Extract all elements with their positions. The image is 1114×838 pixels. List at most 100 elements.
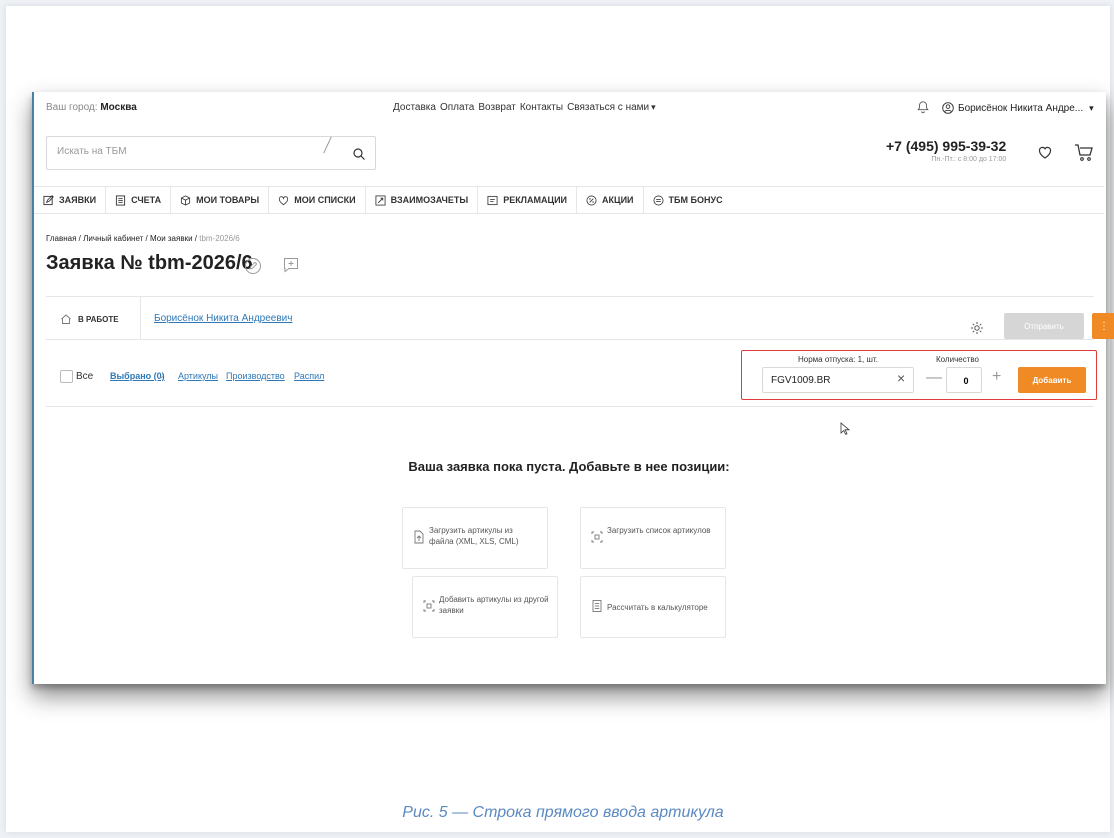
select-all-checkbox[interactable]	[60, 370, 73, 383]
city-selector[interactable]: Москва	[100, 102, 136, 113]
link-contact-us-label: Связаться с нами	[567, 102, 650, 113]
claim-icon	[487, 195, 498, 205]
increment-button[interactable]: +	[992, 369, 1001, 385]
quantity-input[interactable]	[947, 368, 985, 394]
article-field: ×	[762, 367, 914, 393]
card-label: Рассчитать в калькуляторе	[607, 603, 708, 612]
article-input[interactable]	[769, 374, 883, 387]
top-info-bar: Ваш город: Москва Доставка Оплата Возвра…	[46, 100, 1096, 118]
calculator-card[interactable]: Рассчитать в калькуляторе	[580, 576, 726, 638]
contact-block: +7 (495) 995-39-32 Пн.-Пт.: с 8:00 до 17…	[886, 138, 1006, 163]
bell-icon[interactable]	[916, 100, 930, 114]
nav-label-promotions: АКЦИИ	[602, 195, 634, 205]
link-contact-us[interactable]: Связаться с нами ▾	[567, 102, 656, 113]
chevron-down-icon: ▾	[651, 102, 656, 112]
add-from-order-card[interactable]: Добавить артикулы из другой заявки	[412, 576, 558, 638]
bonus-icon	[653, 195, 664, 205]
city-label: Ваш город:	[46, 102, 98, 113]
divider	[140, 297, 141, 339]
heart-icon	[279, 195, 289, 205]
order-status-bar: В РАБОТЕ Борисёнок Никита Андреевич Отпр…	[46, 296, 1114, 340]
send-button[interactable]: Отправить	[1004, 313, 1084, 339]
link-delivery[interactable]: Доставка	[393, 102, 436, 113]
search-input[interactable]	[55, 145, 319, 158]
status-label: В РАБОТЕ	[78, 314, 119, 324]
card-label: Загрузить артикулы из файла (XML, XLS, C…	[429, 526, 519, 546]
user-name: Борисёнок Никита Андре...	[958, 102, 1084, 114]
breadcrumb: Главная / Личный кабинет / Мои заявки / …	[46, 234, 240, 243]
nav-label-claims: РЕКЛАМАЦИИ	[503, 195, 568, 205]
chevron-down-icon: ⌄	[158, 371, 165, 380]
norm-label: Норма отпуска: 1, шт.	[798, 355, 878, 364]
link-contacts[interactable]: Контакты	[520, 102, 563, 113]
page-title: Заявка № tbm-2026/6	[46, 252, 253, 274]
exchange-icon	[375, 195, 386, 205]
edit-icon	[43, 194, 54, 205]
decrement-button[interactable]: —	[926, 370, 942, 386]
upload-list-card[interactable]: Загрузить список артикулов	[580, 507, 726, 569]
top-links: Доставка Оплата Возврат Контакты Связать…	[393, 102, 656, 113]
edit-pencil-icon[interactable]	[244, 257, 262, 275]
nav-label-my-products: МОИ ТОВАРЫ	[196, 195, 260, 205]
phone-number[interactable]: +7 (495) 995-39-32	[886, 138, 1006, 154]
card-label: Добавить артикулы из другой заявки	[439, 595, 549, 615]
nav-item-promotions[interactable]: АКЦИИ	[577, 187, 644, 213]
card-label: Загрузить список артикулов	[607, 526, 711, 535]
nav-label-invoices: СЧЕТА	[131, 195, 162, 205]
breadcrumb-separator: /	[143, 234, 150, 243]
comment-icon[interactable]	[282, 256, 300, 274]
more-options-button[interactable]: ⋮	[1092, 313, 1114, 339]
mouse-cursor-icon	[840, 422, 850, 435]
add-button[interactable]: Добавить	[1018, 367, 1086, 393]
document-page: Ваш город: Москва Доставка Оплата Возвра…	[6, 6, 1114, 832]
quantity-field	[946, 367, 985, 394]
quantity-label: Количество	[936, 355, 979, 364]
nav-item-invoices[interactable]: СЧЕТА	[106, 187, 172, 213]
nav-item-orders[interactable]: ЗАЯВКИ	[34, 187, 107, 213]
nav-label-settlements: ВЗАИМОЗАЧЕТЫ	[390, 195, 469, 205]
breadcrumb-account[interactable]: Личный кабинет	[83, 234, 143, 243]
box-icon	[181, 194, 191, 206]
clear-icon[interactable]: ×	[897, 370, 905, 386]
status-home-icon	[61, 314, 71, 324]
screenshot-frame: Ваш город: Москва Доставка Оплата Возвра…	[32, 92, 1114, 684]
calculator-icon	[592, 600, 602, 612]
scan-list-icon	[591, 531, 603, 543]
link-return[interactable]: Возврат	[478, 102, 516, 113]
filter-articles-link[interactable]: Артикулы	[178, 371, 218, 381]
nav-label-bonus: ТБМ БОНУС	[668, 195, 723, 205]
percent-icon	[586, 195, 597, 205]
upload-file-card[interactable]: Загрузить артикулы из файла (XML, XLS, C…	[402, 507, 548, 569]
scan-order-icon	[423, 600, 435, 612]
breadcrumb-home[interactable]: Главная	[46, 234, 76, 243]
gear-icon[interactable]	[970, 321, 984, 335]
chevron-down-icon: ▾	[1089, 102, 1094, 113]
cart-icon[interactable]	[1074, 142, 1094, 162]
search-box	[46, 136, 376, 170]
user-icon	[942, 102, 954, 114]
user-menu[interactable]: Борисёнок Никита Андре... ▾	[942, 102, 1094, 114]
nav-item-bonus[interactable]: ТБМ БОНУС	[644, 187, 732, 213]
selected-dropdown[interactable]: Выбрано (0)	[110, 371, 165, 381]
filter-cutting-link[interactable]: Распил	[294, 371, 324, 381]
file-upload-icon	[414, 530, 424, 544]
search-divider	[323, 136, 332, 154]
order-owner-link[interactable]: Борисёнок Никита Андреевич	[154, 313, 292, 324]
empty-state-message: Ваша заявка пока пуста. Добавьте в нее п…	[408, 459, 730, 474]
nav-item-my-products[interactable]: МОИ ТОВАРЫ	[171, 187, 270, 213]
favorites-heart-icon[interactable]	[1037, 144, 1053, 160]
work-hours: Пн.-Пт.: с 8:00 до 17:00	[931, 156, 1007, 163]
direct-article-entry: Норма отпуска: 1, шт. Количество × — + Д…	[741, 350, 1097, 400]
order-status: В РАБОТЕ	[60, 313, 119, 325]
figure-caption: Рис. 5 — Строка прямого ввода артикула	[402, 804, 724, 821]
nav-item-settlements[interactable]: ВЗАИМОЗАЧЕТЫ	[366, 187, 479, 213]
document-icon	[115, 194, 126, 206]
select-all-label: Все	[76, 371, 94, 382]
link-payment[interactable]: Оплата	[440, 102, 474, 113]
nav-label-orders: ЗАЯВКИ	[59, 195, 97, 205]
filter-production-link[interactable]: Производство	[226, 371, 285, 381]
nav-item-my-lists[interactable]: МОИ СПИСКИ	[269, 187, 366, 213]
breadcrumb-my-orders[interactable]: Мои заявки	[150, 234, 193, 243]
search-icon[interactable]	[352, 147, 366, 161]
nav-item-claims[interactable]: РЕКЛАМАЦИИ	[478, 187, 578, 213]
